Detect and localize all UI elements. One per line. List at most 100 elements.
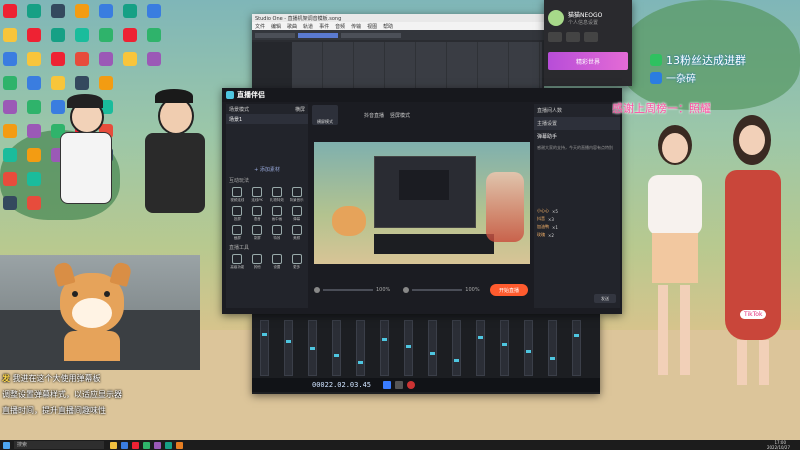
tool-button[interactable]: 画中画 [269, 206, 286, 222]
start-live-button[interactable]: 开始直播 [490, 284, 528, 296]
taskbar-app-icon[interactable] [143, 442, 150, 449]
desktop-app-icon[interactable] [123, 4, 137, 18]
bottom-tool-button[interactable]: 设置 [269, 254, 286, 270]
tool-button[interactable]: 美颜 [288, 225, 305, 241]
menu-item[interactable]: 编辑 [271, 23, 281, 30]
bottom-tool-button[interactable]: 更多 [288, 254, 305, 270]
mixer-channel-fader[interactable] [428, 320, 437, 376]
mixer-channel-fader[interactable] [260, 320, 269, 376]
tool-button[interactable]: 特效 [269, 225, 286, 241]
desktop-app-icon[interactable] [147, 4, 161, 18]
profile-banner[interactable]: 精彩世界 [548, 52, 628, 70]
scene-mode-label[interactable]: 场景模式 [229, 106, 249, 113]
menu-item[interactable]: 文件 [255, 23, 265, 30]
menu-item[interactable]: 事件 [319, 23, 329, 30]
desktop-app-icon[interactable] [3, 4, 17, 18]
avatar[interactable] [548, 10, 564, 26]
desktop-app-icon[interactable] [3, 124, 17, 138]
desktop-app-icon[interactable] [51, 28, 65, 42]
desktop-app-icon[interactable] [3, 148, 17, 162]
menu-item[interactable]: 传输 [351, 23, 361, 30]
menu-item[interactable]: 视图 [367, 23, 377, 30]
menu-item[interactable]: 歌曲 [287, 23, 297, 30]
mic-volume-slider[interactable] [323, 289, 373, 291]
tool-button[interactable]: 弹幕 [288, 206, 305, 222]
desktop-app-icon[interactable] [75, 4, 89, 18]
mic-icon[interactable] [314, 287, 320, 293]
tool-button[interactable]: 录屏 [249, 225, 266, 241]
tool-button[interactable]: 连线PK [249, 187, 266, 203]
profile-icon-3[interactable] [584, 32, 598, 42]
transport-record-button[interactable] [407, 381, 416, 389]
profile-icon-2[interactable] [566, 32, 580, 42]
desktop-app-icon[interactable] [27, 52, 41, 66]
menu-item[interactable]: 音频 [335, 23, 345, 30]
desktop-app-icon[interactable] [27, 124, 41, 138]
mixer-channel-fader[interactable] [548, 320, 557, 376]
mixer-channel-fader[interactable] [452, 320, 461, 376]
desktop-app-icon[interactable] [99, 76, 113, 90]
desktop-app-icon[interactable] [3, 100, 17, 114]
desktop-app-icon[interactable] [27, 4, 41, 18]
tab-portrait[interactable]: 竖屏模式 [390, 112, 410, 119]
bottom-tool-button[interactable]: 其他 [249, 254, 266, 270]
tool-button[interactable]: 截屏 [229, 225, 246, 241]
mixer-channel-fader[interactable] [524, 320, 533, 376]
mixer-channel-fader[interactable] [284, 320, 293, 376]
mixer-channel-fader[interactable] [404, 320, 413, 376]
windows-start-icon[interactable] [3, 442, 10, 449]
tool-button[interactable]: 投屏 [229, 206, 246, 222]
taskbar-app-icon[interactable] [121, 442, 128, 449]
tool-button[interactable]: 语音 [249, 206, 266, 222]
tool-button[interactable]: 背景音乐 [288, 187, 305, 203]
mixer-channel-fader[interactable] [500, 320, 509, 376]
desktop-app-icon[interactable] [99, 28, 113, 42]
desktop-app-icon[interactable] [27, 76, 41, 90]
mixer-channel-fader[interactable] [332, 320, 341, 376]
transport-stop-button[interactable] [395, 381, 404, 389]
taskbar-app-icon[interactable] [176, 442, 183, 449]
desktop-app-icon[interactable] [27, 100, 41, 114]
profile-sub[interactable]: 个人信息设置 [568, 19, 602, 26]
taskbar-search[interactable]: 搜索 [14, 441, 104, 449]
desktop-app-icon[interactable] [27, 196, 41, 210]
menu-item[interactable]: 帮助 [383, 23, 393, 30]
mixer-channel-fader[interactable] [476, 320, 485, 376]
transport-play-button[interactable] [383, 381, 392, 389]
desktop-app-icon[interactable] [27, 28, 41, 42]
desktop-app-icon[interactable] [27, 172, 41, 186]
desktop-app-icon[interactable] [27, 148, 41, 162]
profile-icon-1[interactable] [548, 32, 562, 42]
speaker-icon[interactable] [403, 287, 410, 293]
desktop-app-icon[interactable] [99, 52, 113, 66]
desktop-app-icon[interactable] [3, 28, 17, 42]
send-button[interactable]: 发送 [594, 294, 616, 303]
orientation-label[interactable]: 横屏 [295, 106, 305, 113]
desktop-app-icon[interactable] [75, 76, 89, 90]
taskbar-app-icon[interactable] [165, 442, 172, 449]
mixer-channel-fader[interactable] [572, 320, 581, 376]
desktop-app-icon[interactable] [51, 4, 65, 18]
tool-button[interactable]: 视频连线 [229, 187, 246, 203]
mixer-channel-fader[interactable] [356, 320, 365, 376]
tool-button[interactable]: 礼物特效 [269, 187, 286, 203]
desktop-app-icon[interactable] [3, 196, 17, 210]
desktop-app-icon[interactable] [3, 52, 17, 66]
desktop-app-icon[interactable] [147, 28, 161, 42]
taskbar-app-icon[interactable] [110, 442, 117, 449]
desktop-app-icon[interactable] [99, 4, 113, 18]
desktop-app-icon[interactable] [51, 76, 65, 90]
desktop-app-icon[interactable] [147, 52, 161, 66]
taskbar-app-icon[interactable] [154, 442, 161, 449]
mixer-channel-fader[interactable] [380, 320, 389, 376]
desktop-app-icon[interactable] [123, 28, 137, 42]
desktop-app-icon[interactable] [3, 172, 17, 186]
desktop-app-icon[interactable] [75, 28, 89, 42]
mixer-channel-fader[interactable] [308, 320, 317, 376]
bottom-tool-button[interactable]: 高级功能 [229, 254, 246, 270]
desktop-app-icon[interactable] [3, 76, 17, 90]
desktop-app-icon[interactable] [51, 52, 65, 66]
desktop-app-icon[interactable] [75, 52, 89, 66]
tab-host-settings[interactable]: 主播设置 [534, 117, 620, 130]
add-source-button[interactable]: + 添加素材 [226, 164, 308, 174]
